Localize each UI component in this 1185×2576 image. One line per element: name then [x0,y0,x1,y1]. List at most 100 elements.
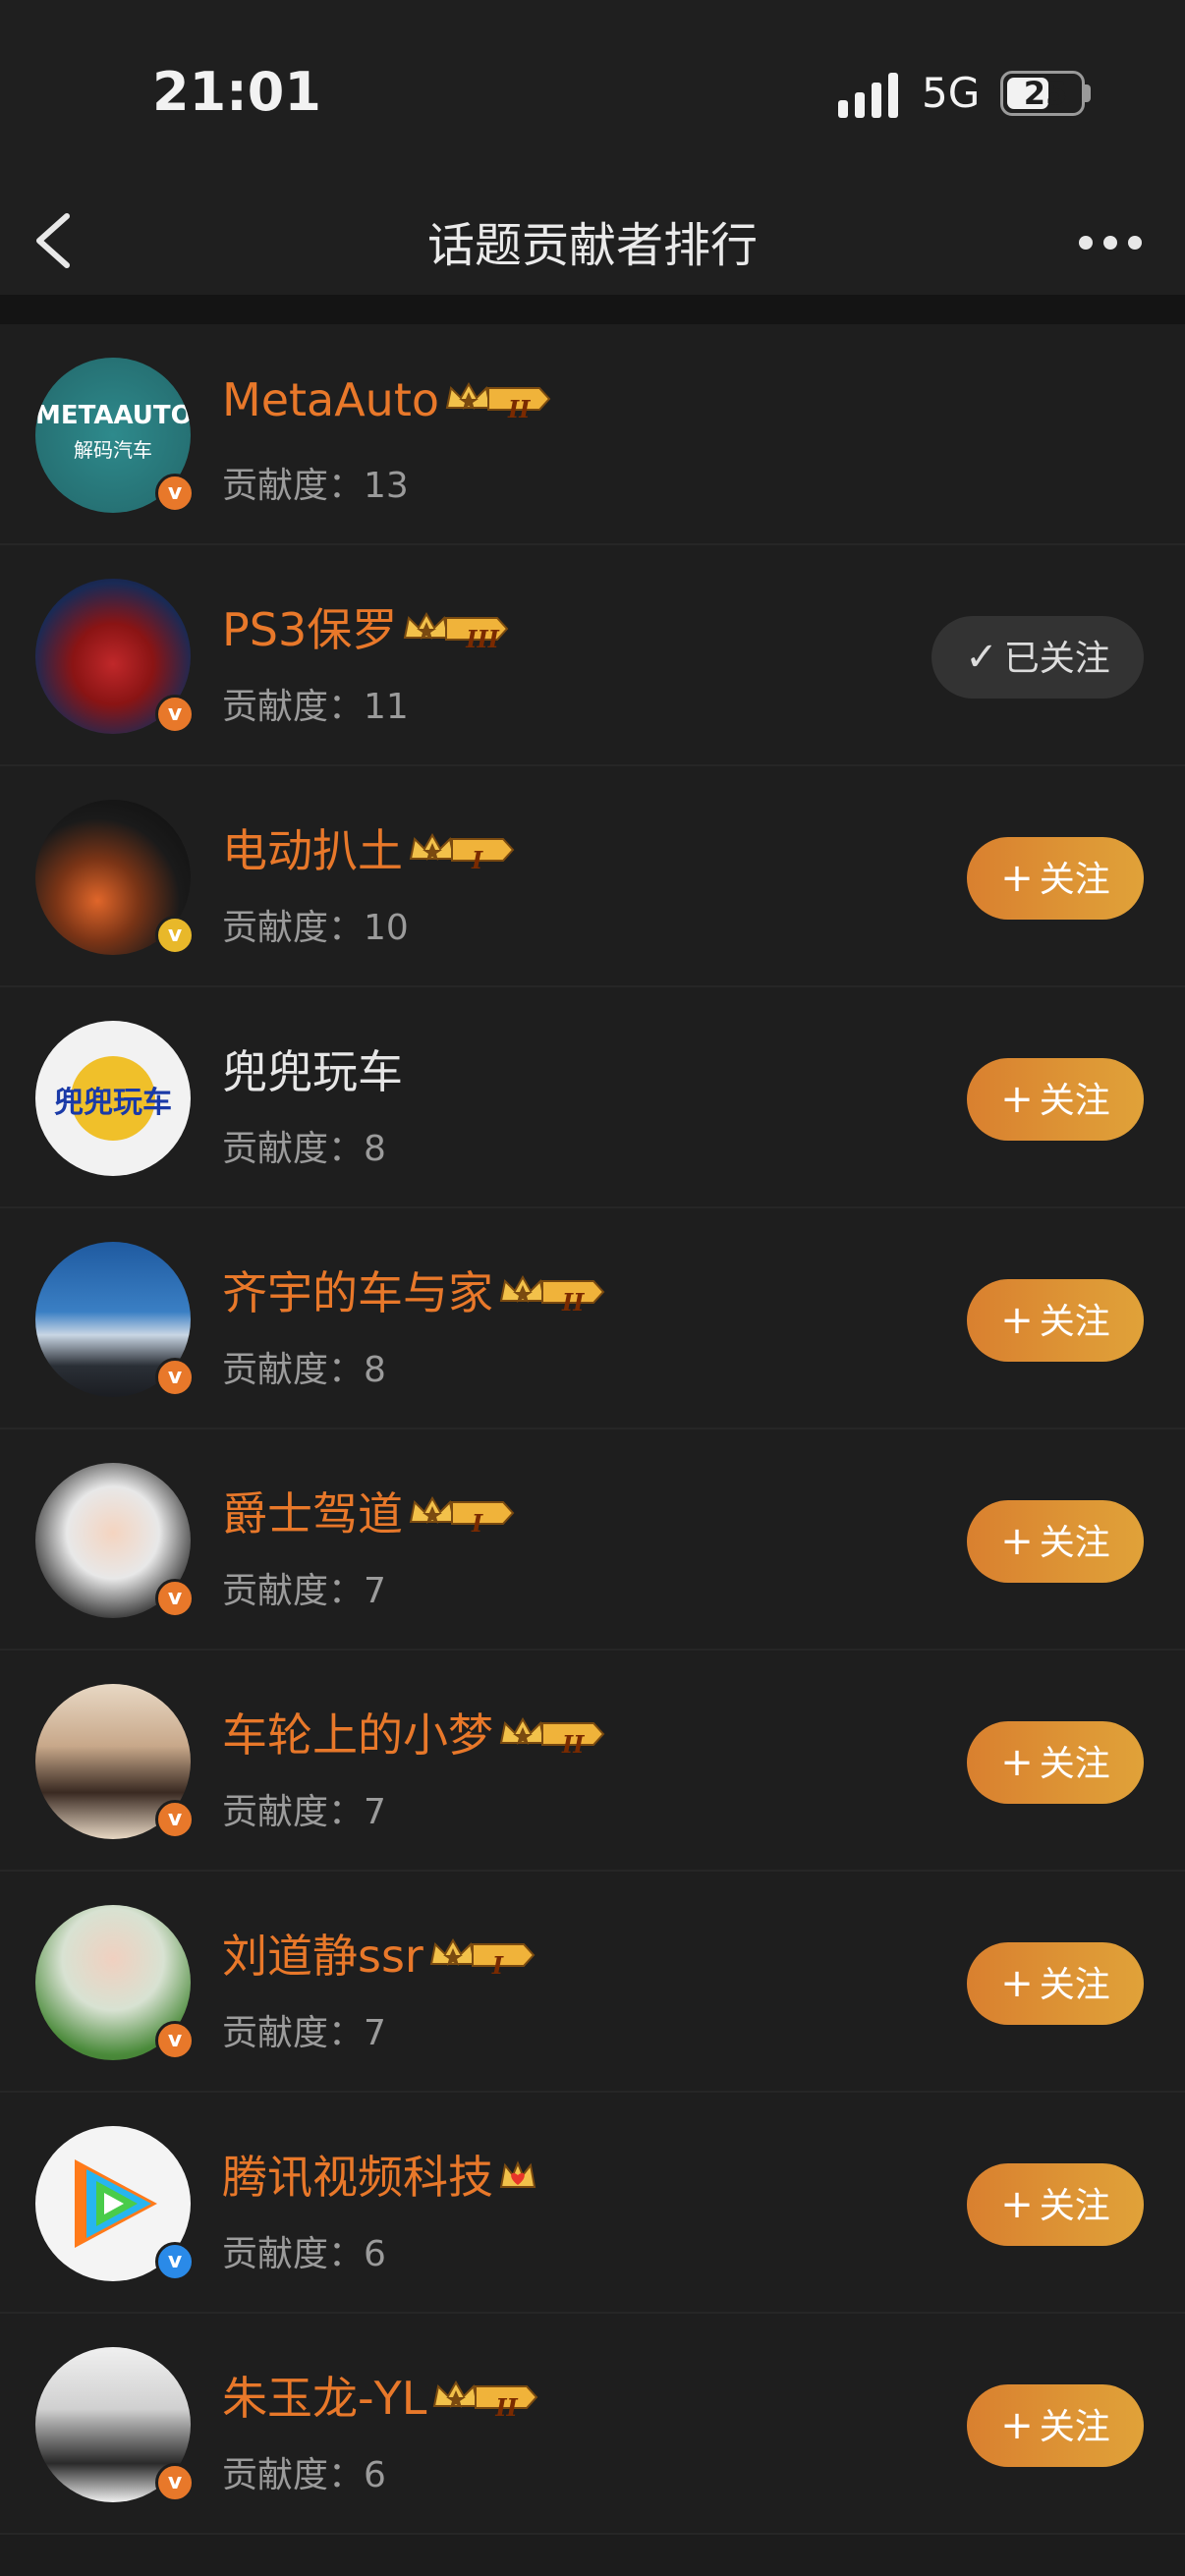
plus-icon: + [1000,1298,1034,1343]
follow-button[interactable]: + 关注 [967,2384,1144,2467]
contributor-row[interactable]: v 朱玉龙-YL II 贡献度：6 + 关注 [0,2314,1185,2535]
plus-icon: + [1000,2403,1034,2448]
contributor-row[interactable]: METAAUTO 解码汽车 v MetaAuto II 贡献度：13 [0,324,1185,545]
follow-button-label: 关注 [1039,1523,1110,1563]
follow-button[interactable]: + 关注 [967,1058,1144,1141]
contributor-name-text: 爵士驾道 [222,1487,403,1540]
fan-level-text: I [472,1508,483,1538]
contribution-score: 贡献度：11 [222,678,409,729]
avatar-logo-subtext: 解码汽车 [74,438,152,462]
follow-button[interactable]: + 关注 [967,1500,1144,1583]
contributor-list: METAAUTO 解码汽车 v MetaAuto II 贡献度：13 v PS3保罗 III 贡献… [0,324,1185,2535]
verified-badge-icon: v [155,1579,195,1618]
verified-badge-icon: v [155,2242,195,2281]
contributor-name[interactable]: MetaAuto II [222,373,551,430]
follow-button-label: 关注 [1039,2407,1110,2447]
contribution-value: 6 [364,2234,386,2274]
following-button[interactable]: ✓ 已关注 [931,616,1144,699]
contributor-row[interactable]: v 车轮上的小梦 II 贡献度：7 + 关注 [0,1651,1185,1872]
contributor-name-text: 兜兜玩车 [222,1045,403,1098]
contributor-row[interactable]: v 刘道静ssr I 贡献度：7 + 关注 [0,1872,1185,2093]
follow-button[interactable]: + 关注 [967,1942,1144,2025]
contribution-label: 贡献度： [222,1792,365,1832]
contribution-score: 贡献度：13 [222,457,409,508]
fan-level-text: II [562,1287,585,1316]
follow-button-label: 关注 [1039,1744,1110,1784]
nav-bar: 话题贡献者排行 [0,187,1185,295]
follow-button[interactable]: + 关注 [967,1721,1144,1804]
contribution-score: 贡献度：6 [222,2225,386,2276]
plus-icon: + [1000,856,1034,901]
plus-icon: + [1000,2182,1034,2227]
contributor-row[interactable]: v 爵士驾道 I 贡献度：7 + 关注 [0,1429,1185,1651]
avatar[interactable]: 兜兜玩车 [35,1021,191,1176]
battery-icon: 25 [1000,71,1085,116]
contribution-value: 8 [364,1129,386,1169]
verified-badge-icon: v [155,1800,195,1839]
contributor-name-text: 刘道静ssr [222,1930,423,1983]
fan-level-text: II [508,394,531,423]
fan-level-text: I [491,1950,504,1980]
verified-badge-icon: v [155,2021,195,2060]
fan-level-crown-icon: I [427,1933,546,1987]
contributor-name-text: MetaAuto [222,373,440,426]
status-bar: 21:01 5G 25 [0,0,1185,187]
plus-icon: + [1000,1519,1034,1564]
plus-icon: + [1000,1961,1034,2006]
contributor-name-text: 电动扒土 [222,824,403,877]
contributor-name-text: PS3保罗 [222,603,398,656]
contributor-name[interactable]: 腾讯视频科技 [222,2142,538,2208]
contribution-value: 6 [364,2455,386,2495]
contributor-name[interactable]: 朱玉龙-YL II [222,2363,538,2429]
follow-button[interactable]: + 关注 [967,1279,1144,1362]
contribution-label: 贡献度： [222,1129,365,1169]
signal-icon [838,73,898,118]
avatar-logo-text: 兜兜玩车 [54,1086,172,1120]
follow-button-label: 关注 [1039,1081,1110,1121]
verified-badge-icon: v [155,474,195,513]
fan-level-crown-icon: II [443,377,573,430]
more-icon[interactable] [1071,226,1150,255]
contribution-score: 贡献度：7 [222,1783,386,1834]
crown-heart-icon [497,2155,538,2208]
contribution-value: 11 [364,687,409,727]
contributor-row[interactable]: v 电动扒土 I 贡献度：10 + 关注 [0,766,1185,987]
verified-badge-icon: v [155,1358,195,1397]
contributor-name-text: 车轮上的小梦 [222,1708,493,1762]
contributor-row[interactable]: v PS3保罗 III 贡献度：11 ✓ 已关注 [0,545,1185,766]
contribution-label: 贡献度： [222,1350,365,1390]
contributor-name[interactable]: 电动扒土 I [222,815,515,881]
fan-level-crown-icon: II [430,2376,560,2429]
contributor-name[interactable]: 刘道静ssr I [222,1921,536,1987]
contribution-label: 贡献度： [222,2013,365,2053]
contribution-value: 8 [364,1350,386,1390]
contributor-name[interactable]: PS3保罗 III [222,594,513,660]
contributor-name[interactable]: 兜兜玩车 [222,1036,403,1101]
contributor-name[interactable]: 齐宇的车与家 II [222,1258,605,1323]
contributor-row[interactable]: v 腾讯视频科技贡献度：6 + 关注 [0,2093,1185,2314]
follow-button-label: 关注 [1039,860,1110,900]
verified-badge-icon: v [155,2463,195,2502]
fan-level-text: I [472,845,483,874]
follow-button[interactable]: + 关注 [967,2163,1144,2246]
contribution-score: 贡献度：8 [222,1341,386,1392]
follow-button-label: 关注 [1039,2186,1110,2226]
fan-level-crown-icon: III [401,607,542,660]
contributor-row[interactable]: 兜兜玩车v兜兜玩车贡献度：8+关注 [0,987,1185,1208]
contributor-row[interactable]: v 齐宇的车与家 II 贡献度：8 + 关注 [0,1208,1185,1429]
follow-button[interactable]: + 关注 [967,837,1144,920]
contribution-value: 13 [364,466,409,506]
contribution-value: 7 [364,2013,386,2053]
follow-button-label: 关注 [1039,1302,1110,1342]
contributor-name-text: 朱玉龙-YL [222,2372,427,2425]
contribution-value: 7 [364,1792,386,1832]
plus-icon: + [1000,1740,1034,1785]
contributor-name[interactable]: 车轮上的小梦 II [222,1700,605,1765]
fan-level-crown-icon: I [407,1491,526,1544]
contributor-name[interactable]: 爵士驾道 I [222,1479,515,1544]
contribution-score: 贡献度：8 [222,1120,386,1171]
contribution-score: 贡献度：7 [222,1562,386,1613]
contribution-label: 贡献度： [222,2234,365,2274]
verified-badge-icon: v [155,695,195,734]
verified-badge-icon: v [155,916,195,955]
